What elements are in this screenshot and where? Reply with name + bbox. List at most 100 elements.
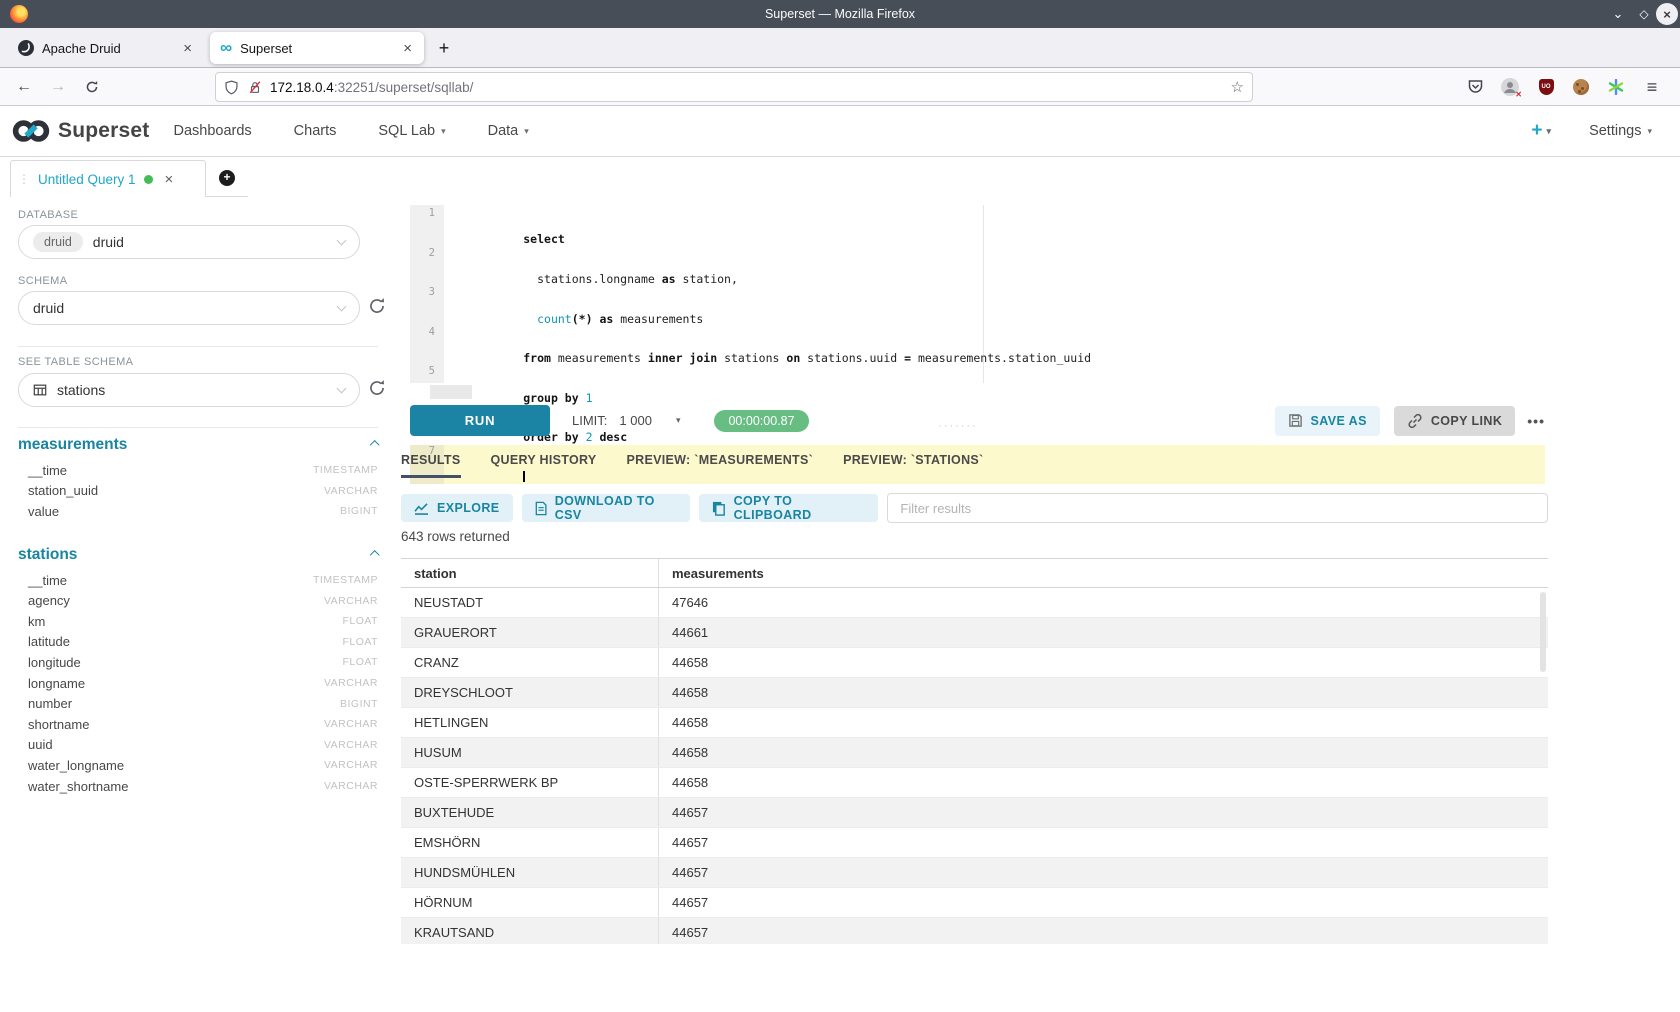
pane-resize-handle[interactable]: ······· [920,420,996,432]
header-station[interactable]: station [401,566,658,581]
editor-lines: 1 select 2 stations.longname as station,… [410,207,1545,484]
tab-close-icon[interactable]: × [181,40,194,57]
measurements-cell: 47646 [658,588,1548,617]
code-token: 1 [586,391,593,405]
nav-item-dashboards[interactable]: Dashboards [173,123,251,139]
filter-results-input[interactable] [887,493,1548,523]
url-text: 172.18.0.4:32251/superset/sqllab/ [270,80,1231,95]
table-group-header[interactable]: stations [18,546,378,570]
download-csv-button[interactable]: DOWNLOAD TO CSV [522,494,691,522]
window-minimize-button[interactable]: ⌄ [1606,0,1630,28]
limit-dropdown[interactable]: LIMIT: 1 000 ▾ [572,413,680,428]
run-button[interactable]: RUN [410,405,550,436]
schema-select[interactable]: druid [18,291,360,325]
results-tab[interactable]: RESULTS [401,453,461,478]
tab-close-icon[interactable]: × [401,40,414,57]
column-type: VARCHAR [324,595,378,607]
table-group: stations __time TIMESTAMP agency [18,546,378,797]
column-name: uuid [28,737,53,752]
table-row: KRAUTSAND 44657 [401,918,1548,944]
table-schema-select[interactable]: stations [18,373,360,407]
settings-menu[interactable]: Settings▾ [1589,123,1652,139]
nav-item-charts[interactable]: Charts [294,123,337,139]
query-tab-untitled-query-1[interactable]: ⋮ Untitled Query 1 × [10,160,206,197]
reload-button[interactable] [80,75,104,99]
drag-handle-icon[interactable]: ⋮ [18,172,30,186]
column-name: number [28,696,72,711]
new-tab-button[interactable]: + [430,34,458,62]
query-tab-close-icon[interactable]: × [165,171,174,188]
collapse-chevron-icon[interactable] [369,549,379,559]
table-name[interactable]: measurements [18,436,127,454]
station-cell: KRAUTSAND [401,925,658,940]
column-type: FLOAT [342,636,378,648]
browser-tab-superset[interactable]: ∞ Superset × [210,32,424,64]
results-tab[interactable]: QUERY HISTORY [491,453,597,478]
table-group: measurements __time TIMESTAMP stati [18,436,378,522]
editor-hscrollbar-thumb[interactable] [430,385,472,399]
code-token: as [662,272,676,286]
copy-to-clipboard-button[interactable]: COPY TO CLIPBOARD [699,494,878,522]
code-token [523,312,537,326]
column-type: VARCHAR [324,485,378,497]
table-row: DREYSCHLOOT 44658 [401,678,1548,708]
refresh-schema-button[interactable] [368,297,388,317]
nav-item-data[interactable]: Data▾ [488,123,529,139]
bookmark-star-icon[interactable]: ☆ [1231,78,1244,96]
cookie-extension-icon[interactable] [1570,76,1592,98]
caret-down-icon: ▾ [524,126,529,137]
table-name[interactable]: stations [18,546,77,564]
add-new-button[interactable]: +▾ [1531,120,1551,142]
pocket-icon[interactable] [1464,76,1486,98]
database-select[interactable]: druid druid [18,225,360,259]
code-line: stations.longname as station, [444,247,1545,287]
brand-name: Superset [58,119,149,143]
account-icon[interactable]: ✕ [1499,76,1521,98]
table-row: EMSHÖRN 44657 [401,828,1548,858]
station-cell: HUSUM [401,745,658,760]
results-vscrollbar-thumb[interactable] [1540,592,1546,672]
refresh-tables-button[interactable] [368,379,388,399]
save-as-button[interactable]: SAVE AS [1275,406,1380,436]
url-bar[interactable]: 172.18.0.4:32251/superset/sqllab/ ☆ [215,72,1253,102]
results-tab[interactable]: PREVIEW: `STATIONS` [843,453,983,478]
browser-tabstrip: Apache Druid × ∞ Superset × + [0,28,1680,68]
column-list: __time TIMESTAMP station_uuid VARCHAR va… [18,460,378,522]
nav-item-sql-lab[interactable]: SQL Lab▾ [378,123,445,139]
more-actions-button[interactable]: ••• [1527,413,1545,429]
collapse-chevron-icon[interactable] [369,439,379,449]
station-cell: GRAUERORT [401,625,658,640]
code-token: as [599,312,613,326]
copy-link-button[interactable]: COPY LINK [1394,406,1515,436]
forward-button[interactable]: → [46,75,70,99]
code-line: from measurements inner join stations on… [444,326,1545,366]
table-group-header[interactable]: measurements [18,436,378,460]
column-row: longitude FLOAT [18,652,378,673]
table-row: OSTE-SPERRWERK BP 44658 [401,768,1548,798]
insecure-lock-icon[interactable] [248,80,262,95]
tracking-shield-icon[interactable] [224,80,239,95]
column-name: value [28,504,59,519]
window-maximize-button[interactable]: ◇ [1632,0,1656,28]
back-button[interactable]: ← [12,75,36,99]
sql-editor[interactable]: 1 select 2 stations.longname as station,… [410,205,1545,383]
column-name: __time [28,573,67,588]
extension-asterisk-icon[interactable] [1605,76,1627,98]
station-cell: OSTE-SPERRWERK BP [401,775,658,790]
ublock-origin-icon[interactable]: UO [1535,76,1557,98]
sqllab-sidebar: DATABASE druid druid SCHEMA druid SEE TA… [18,209,360,969]
header-measurements[interactable]: measurements [658,559,1548,587]
window-close-button[interactable]: × [1656,3,1678,25]
station-cell: HETLINGEN [401,715,658,730]
column-type: VARCHAR [324,739,378,751]
column-type: BIGINT [340,698,378,710]
column-name: water_longname [28,758,124,773]
column-name: longitude [28,655,81,670]
code-token: measurements [551,351,648,365]
explore-button[interactable]: EXPLORE [401,494,513,522]
browser-tab-apache-druid[interactable]: Apache Druid × [8,32,204,64]
superset-logo[interactable]: Superset [10,117,149,145]
hamburger-menu-icon[interactable]: ≡ [1641,76,1663,98]
add-query-tab-button[interactable]: + [206,160,248,197]
results-tab[interactable]: PREVIEW: `MEASUREMENTS` [627,453,814,478]
